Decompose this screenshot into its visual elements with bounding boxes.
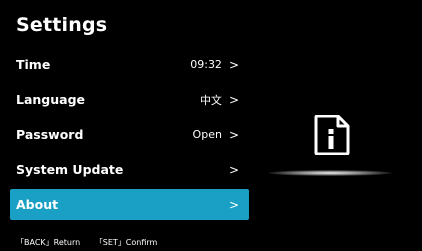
menu-item-system-update[interactable]: System Update > xyxy=(10,152,249,187)
language-value: 中文 xyxy=(199,93,222,107)
time-value: 09:32 xyxy=(190,58,222,71)
chevron-right-icon: > xyxy=(228,127,239,142)
set-hint: 「SET」Confirm xyxy=(94,238,158,247)
menu-item-password[interactable]: Password Open > xyxy=(10,117,249,152)
password-value: Open xyxy=(192,128,222,141)
chevron-right-icon: > xyxy=(228,162,239,177)
menu-item-about[interactable]: About > xyxy=(10,189,249,220)
menu-item-label: Language xyxy=(16,92,86,107)
footer-hints: 「BACK」Return 「SET」Confirm xyxy=(16,237,157,248)
menu-item-label: Time xyxy=(16,57,51,72)
settings-title: Settings xyxy=(16,14,108,36)
menu-item-label: About xyxy=(16,197,59,212)
chevron-right-icon: > xyxy=(228,197,239,212)
back-hint: 「BACK」Return xyxy=(16,238,81,247)
menu-item-language[interactable]: Language 中文 > xyxy=(10,82,249,117)
menu-item-label: System Update xyxy=(16,162,124,177)
chevron-right-icon: > xyxy=(228,92,239,107)
info-document-icon xyxy=(314,114,350,156)
menu-item-label: Password xyxy=(16,127,84,142)
settings-menu: Time 09:32 > Language 中文 > Password Open… xyxy=(10,47,249,220)
icon-reflection xyxy=(268,170,392,176)
menu-item-time[interactable]: Time 09:32 > xyxy=(10,47,249,82)
chevron-right-icon: > xyxy=(228,57,239,72)
